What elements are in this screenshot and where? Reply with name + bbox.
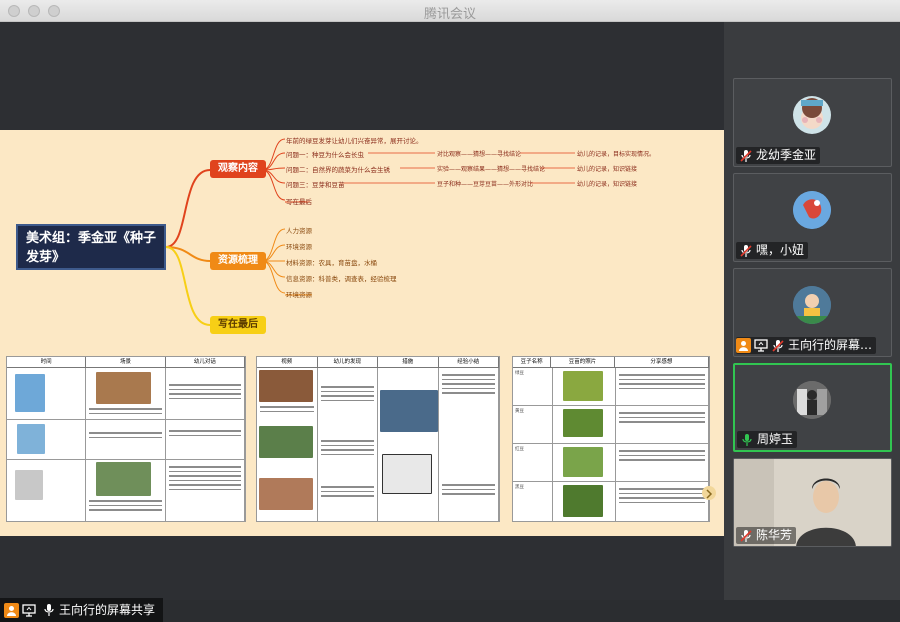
branch-resources: 资源梳理 <box>210 252 266 270</box>
participant-sidebar: 龙幼季金亚 嘿，小妞 王向行的屏幕… 周婷玉 陈华芳 <box>724 22 900 600</box>
table-row-label: 红豆 <box>515 447 524 452</box>
share-label: 王向行的屏幕共享 <box>59 602 156 617</box>
record-table-3: 豆子名称 豆苗的照片 分享感想 绿豆 黄豆 红豆 黑豆 <box>512 356 710 522</box>
participant-name: 王向行的屏幕… <box>788 338 873 352</box>
table-row-label: 黄豆 <box>515 409 524 414</box>
participant-name: 嘿，小妞 <box>756 243 805 257</box>
table-header: 视频 <box>257 357 318 367</box>
record-table-1: 时间 场景 幼儿对话 <box>6 356 246 522</box>
mic-muted-icon <box>740 149 752 162</box>
window-title: 腾讯会议 <box>423 7 476 22</box>
mic-muted-icon <box>740 529 752 542</box>
observe-step: 实验——观察结果——猜想——寻找结论 <box>437 166 546 173</box>
share-user-icon <box>736 338 751 353</box>
branch-observe: 观察内容 <box>210 160 266 178</box>
observe-result: 幼儿的记录，目标实现情况。 <box>577 151 656 158</box>
table-header: 幼儿对话 <box>166 357 245 367</box>
observe-item: 年前的绿豆发芽让幼儿们兴奋异常，展开讨论。 <box>286 137 423 145</box>
observe-result: 幼儿的记录，知识链接 <box>577 181 638 188</box>
table-header: 场景 <box>86 357 166 367</box>
table-header: 经验小结 <box>439 357 499 367</box>
meeting-window: 腾讯会议 美术组：季金亚《种子发芽》 观察内容 资源梳理 写在最后 年前的绿豆发… <box>0 0 900 622</box>
participant-tile[interactable]: 嘿，小妞 <box>733 173 892 262</box>
table-header: 豆苗的照片 <box>551 357 615 367</box>
title-bar: 腾讯会议 <box>0 0 900 22</box>
avatar <box>793 381 831 419</box>
participant-tile[interactable]: 陈华芳 <box>733 458 892 547</box>
observe-result: 幼儿的记录，知识链接 <box>577 166 638 173</box>
observe-item: 问题二：自然界的蔬菜为什么会生锈 <box>286 166 390 174</box>
screen-share-view[interactable]: 美术组：季金亚《种子发芽》 观察内容 资源梳理 写在最后 年前的绿豆发芽让幼儿们… <box>0 22 724 622</box>
participant-name: 龙幼季金亚 <box>756 148 817 162</box>
table-header: 幼儿的发现 <box>318 357 378 367</box>
observe-item: 写在最后 <box>286 198 312 206</box>
avatar <box>793 96 831 134</box>
observe-step: 对比观察——猜想——寻找结论 <box>437 151 522 158</box>
screen-share-icon <box>22 603 36 617</box>
chevron-right-icon <box>706 489 713 499</box>
shared-slide: 美术组：季金亚《种子发芽》 观察内容 资源梳理 写在最后 年前的绿豆发芽让幼儿们… <box>0 130 724 536</box>
participant-name: 陈华芳 <box>756 528 793 542</box>
share-status-bar: 王向行的屏幕共享 <box>0 598 164 622</box>
screen-share-icon <box>754 339 768 352</box>
table-row-label: 绿豆 <box>515 371 524 376</box>
observe-item: 问题三：豆芽和豆苗 <box>286 181 345 189</box>
table-row-label: 黑豆 <box>515 485 524 490</box>
table-header: 措施 <box>378 357 439 367</box>
participant-tile[interactable]: 龙幼季金亚 <box>733 78 892 167</box>
table-header: 豆子名称 <box>513 357 552 367</box>
resource-item: 人力资源 <box>286 227 312 235</box>
participant-tile-active[interactable]: 周婷玉 <box>733 363 892 452</box>
participant-name: 周婷玉 <box>757 432 794 446</box>
avatar <box>793 286 831 324</box>
participant-tile[interactable]: 王向行的屏幕… <box>733 268 892 357</box>
table-header: 时间 <box>7 357 87 367</box>
observe-step: 豆子和种——豆芽豆苗——外形对比 <box>437 181 534 188</box>
branch-final: 写在最后 <box>210 316 266 334</box>
record-table-2: 视频 幼儿的发现 措施 经验小结 <box>256 356 500 522</box>
avatar <box>793 191 831 229</box>
table-header: 分享感想 <box>615 357 709 367</box>
resource-item: 环境资源 <box>286 243 312 251</box>
mic-muted-icon <box>740 244 752 257</box>
central-topic: 美术组：季金亚《种子发芽》 <box>16 224 166 270</box>
observe-item: 问题一：种豆为什么会长虫 <box>286 151 364 159</box>
mic-muted-icon <box>772 339 784 352</box>
next-slide-button[interactable] <box>702 486 716 500</box>
resource-item: 环境资源 <box>286 291 312 299</box>
resource-item: 信息资源：科普类，调查表，经验梳理 <box>286 275 397 283</box>
resource-item: 材料资源：农具，育苗盘，水桶 <box>286 259 377 267</box>
share-user-icon <box>4 602 19 618</box>
microphone-icon[interactable] <box>42 603 56 617</box>
mic-active-icon <box>742 433 752 446</box>
